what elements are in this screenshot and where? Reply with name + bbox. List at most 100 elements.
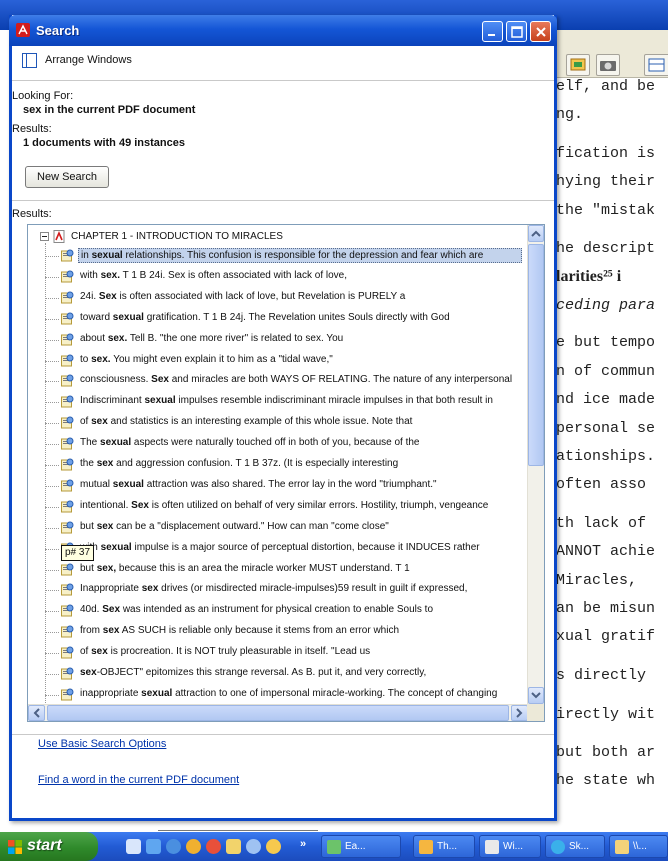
taskbar-item-1[interactable]: Ea... xyxy=(321,835,401,858)
maximize-button[interactable] xyxy=(506,21,527,42)
search-result-row[interactable]: mutual sexual attraction was also shared… xyxy=(45,476,525,496)
quicklaunch-media-icon[interactable] xyxy=(186,839,201,854)
search-result-row[interactable]: with sexual impulse is a major source of… xyxy=(45,539,525,559)
tree-root-document[interactable]: CHAPTER 1 - INTRODUCTION TO MIRACLES xyxy=(40,230,520,244)
result-context-after: impulses resemble indiscriminant miracle… xyxy=(175,395,493,407)
doc-line: th lack of xyxy=(556,515,647,532)
result-keyword: sex xyxy=(141,583,159,595)
search-result-icon xyxy=(61,374,74,387)
result-keyword: sex xyxy=(91,646,108,658)
collapse-icon[interactable] xyxy=(40,232,49,241)
task-label: \\... xyxy=(633,841,647,852)
search-result-icon xyxy=(61,521,74,534)
task-app-icon xyxy=(485,840,499,854)
tree-connector xyxy=(45,402,59,404)
vertical-scroll-thumb[interactable] xyxy=(528,244,544,466)
search-result-row[interactable]: about sex. Tell B. "the one more river" … xyxy=(45,330,525,350)
quicklaunch-more-chevron[interactable]: » xyxy=(300,838,306,850)
scroll-down-button[interactable] xyxy=(528,687,544,704)
scroll-up-button[interactable] xyxy=(528,225,544,242)
quicklaunch-messenger-icon[interactable] xyxy=(266,839,281,854)
scroll-left-button[interactable] xyxy=(28,705,45,721)
result-context-after: T 1 B 24i. Sex is often associated with … xyxy=(120,269,348,281)
result-context-before: but xyxy=(80,520,97,532)
search-result-row[interactable]: 24i. Sex is often associated with lack o… xyxy=(45,288,525,308)
search-result-row[interactable]: of sex is procreation. It is NOT truly p… xyxy=(45,643,525,663)
tree-connector xyxy=(45,674,59,675)
search-result-icon xyxy=(61,667,74,680)
search-result-icon xyxy=(61,479,74,492)
search-result-row[interactable]: inappropriate sexual attraction to one o… xyxy=(45,685,525,705)
basic-search-options-link[interactable]: Use Basic Search Options xyxy=(38,738,166,750)
search-result-icon xyxy=(61,604,74,617)
quicklaunch-player-icon[interactable] xyxy=(206,839,221,854)
result-context-after: is often associated with lack of love, b… xyxy=(116,290,406,302)
toolbar-layout-button[interactable] xyxy=(644,54,668,76)
search-result-row[interactable]: consciousness. Sex and miracles are both… xyxy=(45,371,525,391)
taskbar-item-4[interactable]: Sk... xyxy=(545,835,605,858)
result-keyword: sex xyxy=(80,667,97,678)
maximize-icon xyxy=(511,26,523,38)
new-search-button[interactable]: New Search xyxy=(25,166,109,188)
tree-connector xyxy=(45,694,59,696)
taskbar-item-5[interactable]: \\... xyxy=(609,835,668,858)
result-context-before: 40d. xyxy=(80,604,103,616)
result-context-before: to xyxy=(80,353,92,365)
results-list-label: Results: xyxy=(12,208,52,220)
search-result-row[interactable]: Inappropriate sex drives (or misdirected… xyxy=(45,580,525,600)
taskbar-item-2[interactable]: Th... xyxy=(413,835,475,858)
results-tree[interactable]: CHAPTER 1 - INTRODUCTION TO MIRACLES in … xyxy=(27,224,545,722)
start-button[interactable]: start xyxy=(0,832,98,861)
looking-for-label: Looking For: xyxy=(12,90,74,102)
search-result-row[interactable]: Indiscriminant sexual impulses resemble … xyxy=(45,392,525,412)
search-result-row[interactable]: of sex and statistics is an interesting … xyxy=(45,413,525,433)
toolbar-snapshot-button[interactable] xyxy=(596,54,620,76)
search-result-row[interactable]: 40d. Sex was intended as an instrument f… xyxy=(45,601,525,621)
quicklaunch-explorer-icon[interactable] xyxy=(226,839,241,854)
result-keyword: Sex xyxy=(102,604,121,616)
search-result-row[interactable]: The sexual aspects were naturally touche… xyxy=(45,434,525,454)
results-vertical-scrollbar[interactable] xyxy=(527,225,544,705)
quicklaunch-desktop-icon[interactable] xyxy=(126,839,141,854)
task-label: Sk... xyxy=(569,841,590,852)
quicklaunch-ie-icon[interactable] xyxy=(166,839,181,854)
search-result-text: to sex. You might even explain it to him… xyxy=(78,354,522,365)
search-result-row[interactable]: but sex, because this is an area the mir… xyxy=(45,560,525,580)
search-result-row[interactable]: to sex. You might even explain it to him… xyxy=(45,351,525,371)
search-result-text: the sex and aggression confusion. T 1 B … xyxy=(78,458,522,469)
doc-line: but both ar xyxy=(556,744,656,761)
close-icon xyxy=(536,27,546,37)
horizontal-scroll-thumb[interactable] xyxy=(47,705,509,721)
search-result-icon xyxy=(61,333,74,346)
find-word-link[interactable]: Find a word in the current PDF document xyxy=(38,774,239,786)
quicklaunch-search-icon[interactable] xyxy=(246,839,261,854)
search-result-row[interactable]: from sex AS SUCH is reliable only becaus… xyxy=(45,622,525,642)
result-context-after: was intended as an instrument for physic… xyxy=(120,604,434,616)
results-horizontal-scrollbar[interactable] xyxy=(28,704,528,721)
result-context-before: the xyxy=(80,458,97,469)
tree-connector xyxy=(45,423,59,425)
close-button[interactable] xyxy=(530,21,551,42)
doc-line: Miracles, xyxy=(556,572,638,589)
search-result-row[interactable]: with sex. T 1 B 24i. Sex is often associ… xyxy=(45,267,525,287)
quicklaunch-folder-icon[interactable] xyxy=(146,839,161,854)
result-context-before: of xyxy=(80,646,92,658)
search-result-row[interactable]: the sex and aggression confusion. T 1 B … xyxy=(45,455,525,475)
search-result-row[interactable]: intentional. Sex is often utilized on be… xyxy=(45,497,525,517)
tree-connector xyxy=(45,444,59,446)
search-result-row[interactable]: in sexual relationships. This confusion … xyxy=(45,246,525,266)
result-keyword: sexual xyxy=(144,395,176,407)
result-context-before: about xyxy=(80,332,108,344)
toolbar-pages-button[interactable] xyxy=(566,54,590,76)
tree-connector xyxy=(45,653,59,655)
doc-line: s directly xyxy=(556,667,647,684)
search-result-row[interactable]: but sex can be a "displacement outward."… xyxy=(45,518,525,538)
minimize-button[interactable] xyxy=(482,21,503,42)
search-result-text: consciousness. Sex and miracles are both… xyxy=(78,374,522,385)
search-window-titlebar[interactable]: Search xyxy=(9,15,557,46)
result-context-after: and aggression confusion. T 1 B 37z. (It… xyxy=(113,458,399,469)
taskbar-item-3[interactable]: Wi... xyxy=(479,835,541,858)
scroll-right-button[interactable] xyxy=(511,705,528,721)
search-result-row[interactable]: sex-OBJECT" epitomizes this strange reve… xyxy=(45,664,525,684)
search-result-row[interactable]: toward sexual gratification. T 1 B 24j. … xyxy=(45,309,525,329)
